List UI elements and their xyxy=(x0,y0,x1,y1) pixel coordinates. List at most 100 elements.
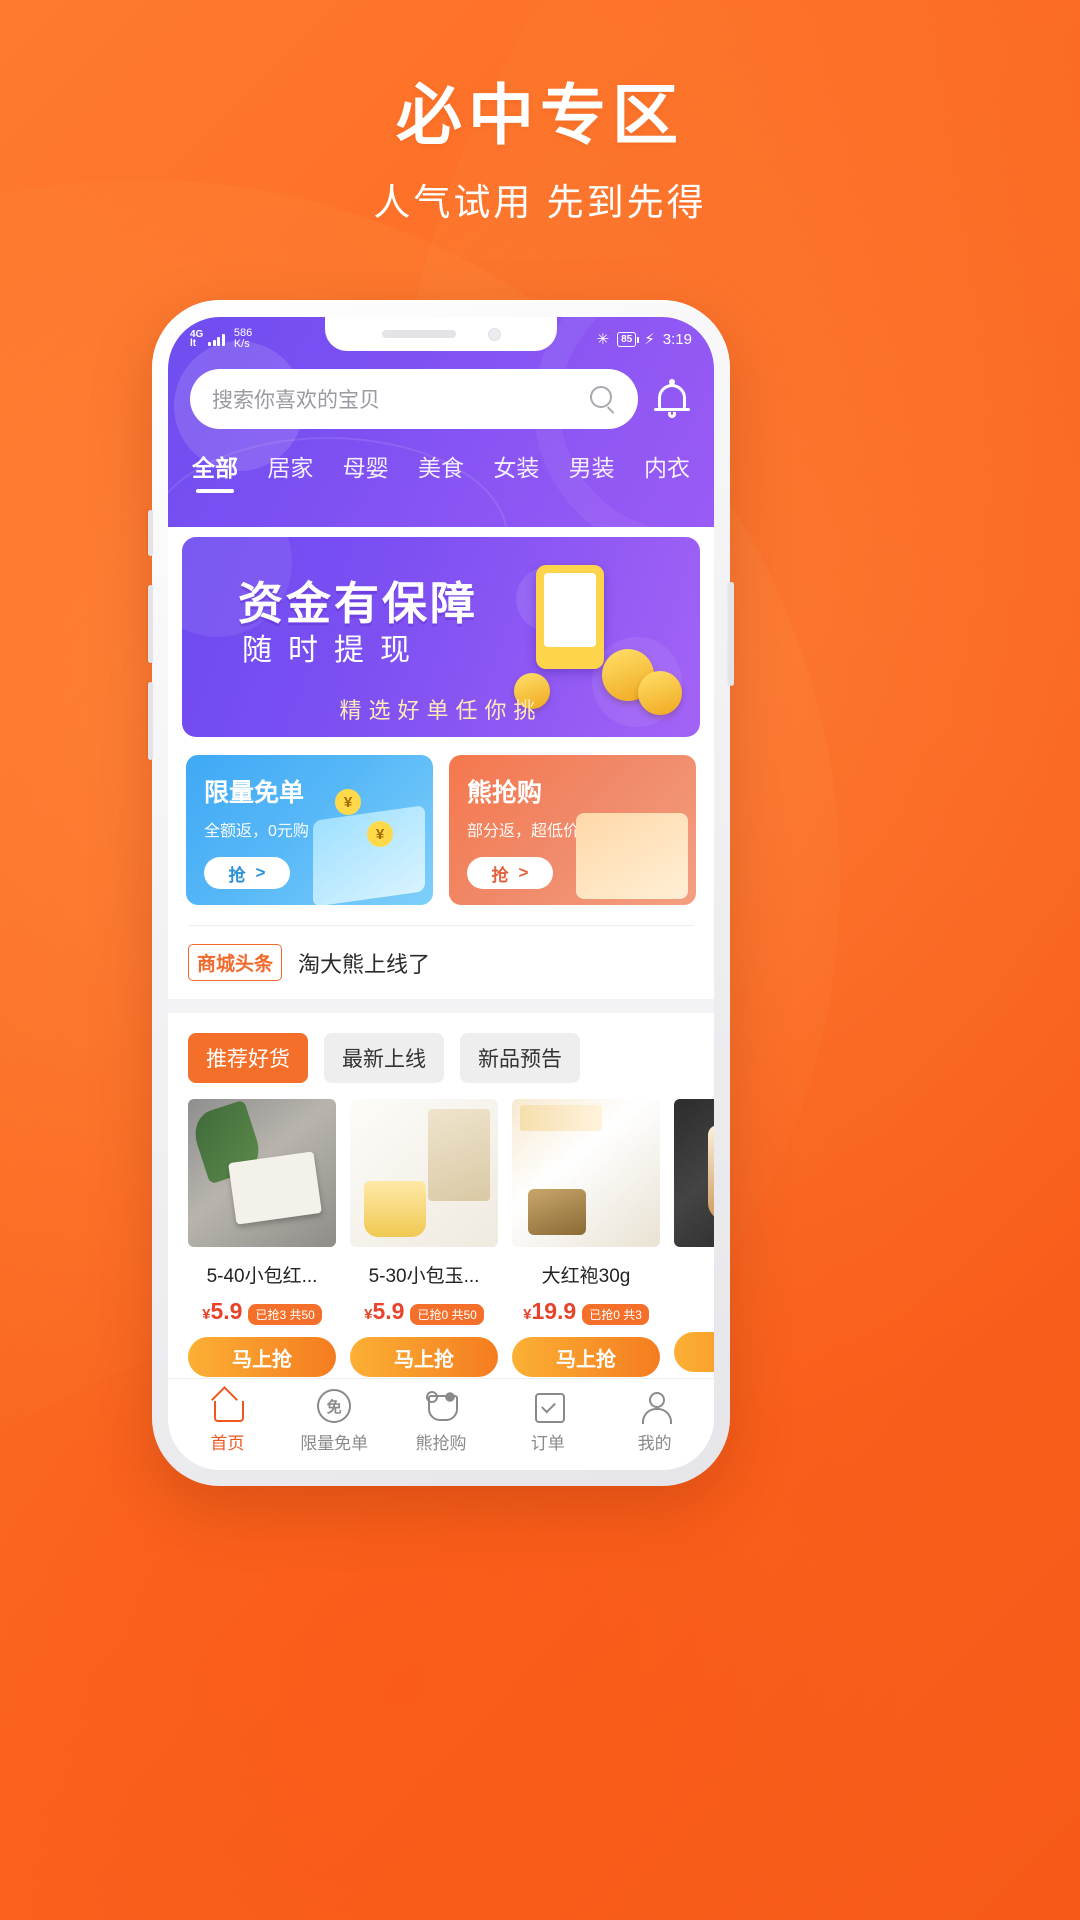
filter-tabs: 推荐好货 最新上线 新品预告 xyxy=(168,1013,714,1083)
front-camera xyxy=(487,327,501,341)
banner-footnote: 精选好单任你挑 xyxy=(339,698,543,723)
product-price-row: ¥5.9 已抢3 共50 xyxy=(188,1298,336,1325)
clock-label: 3:19 xyxy=(662,330,692,348)
tab-underwear[interactable]: 内衣 xyxy=(644,449,690,495)
news-text: 淘大熊上线了 xyxy=(298,951,431,977)
phone-screen: 4G lt 586 K/s ✳ 85 ⚡ 3:19 搜索你喜欢的宝贝 全部 居家… xyxy=(168,317,714,1470)
bluetooth-icon: ✳ xyxy=(596,331,610,348)
product-card[interactable]: 5-40小包红... ¥5.9 已抢3 共50 马上抢 xyxy=(188,1099,336,1377)
signal-strength-icon xyxy=(208,333,225,346)
earpiece-speaker xyxy=(381,330,456,338)
chevron-right-icon: > xyxy=(518,863,529,882)
buy-button[interactable] xyxy=(674,1332,714,1372)
poster-headline: 必中专区 人气试用 先到先得 xyxy=(0,78,1080,226)
nav-item-home[interactable]: 首页 xyxy=(174,1389,281,1454)
yen-icon: ¥ xyxy=(367,821,393,847)
nav-label: 我的 xyxy=(637,1434,672,1453)
news-ticker[interactable]: 商城头条 淘大熊上线了 xyxy=(168,926,714,999)
promo-illustration xyxy=(313,805,425,905)
promo-card-bear-shop[interactable]: 熊抢购 部分返，超低价 抢 > xyxy=(449,755,696,905)
network-speed-unit: K/s xyxy=(233,338,250,350)
bottom-navigation: 首页 免 限量免单 熊抢购 订单 我的 xyxy=(168,1378,714,1470)
phone-mockup: 4G lt 586 K/s ✳ 85 ⚡ 3:19 搜索你喜欢的宝贝 全部 居家… xyxy=(148,300,734,1486)
tab-home[interactable]: 居家 xyxy=(267,449,313,495)
buy-button[interactable]: 马上抢 xyxy=(188,1337,336,1377)
tab-maternal[interactable]: 母婴 xyxy=(343,449,389,495)
section-gap xyxy=(168,999,714,1013)
poster-title: 必中专区 xyxy=(396,78,684,152)
filter-upcoming[interactable]: 新品预告 xyxy=(460,1033,580,1083)
product-image xyxy=(512,1099,660,1247)
chevron-right-icon: > xyxy=(255,863,266,882)
charging-icon: ⚡ xyxy=(644,331,655,348)
product-carousel[interactable]: 5-40小包红... ¥5.9 已抢3 共50 马上抢 5-30小包玉... ¥… xyxy=(168,1083,714,1377)
phone-volume-up-button xyxy=(148,585,153,663)
category-tabs: 全部 居家 母婴 美食 女装 男装 内衣 xyxy=(168,429,714,495)
product-title: 5-30小包玉... xyxy=(368,1266,480,1287)
phone-notch xyxy=(325,317,557,351)
buy-button[interactable]: 马上抢 xyxy=(350,1337,498,1377)
bear-shop-icon xyxy=(424,1389,458,1423)
search-input[interactable]: 搜索你喜欢的宝贝 xyxy=(190,369,638,429)
price-value: 19.9 xyxy=(531,1298,577,1324)
product-price-row: ¥5.9 已抢0 共50 xyxy=(350,1298,498,1325)
product-image xyxy=(350,1099,498,1247)
product-price-row: ¥ xyxy=(674,1293,714,1320)
hero-banner[interactable]: 资金有保障 随时提现 精选好单任你挑 xyxy=(182,537,700,737)
search-placeholder: 搜索你喜欢的宝贝 xyxy=(212,389,380,412)
tab-womens-wear[interactable]: 女装 xyxy=(493,449,539,495)
currency-symbol: ¥ xyxy=(202,1306,211,1323)
promo-action-button[interactable]: 抢 > xyxy=(204,857,290,889)
promo-title: 限量免单 xyxy=(204,779,305,807)
tab-food[interactable]: 美食 xyxy=(418,449,464,495)
price-value: 5.9 xyxy=(210,1298,243,1324)
promo-card-free-order[interactable]: ¥ ¥ 限量免单 全额返，0元购 抢 > xyxy=(186,755,433,905)
bell-icon[interactable] xyxy=(652,378,692,420)
product-price: ¥5.9 xyxy=(202,1298,242,1325)
phone-power-button xyxy=(729,582,734,686)
product-price: ¥5.9 xyxy=(364,1298,404,1325)
network-type-label: 4G lt xyxy=(190,329,203,349)
price-value: 5.9 xyxy=(372,1298,405,1324)
content-area: 资金有保障 随时提现 精选好单任你挑 ¥ ¥ 限量免单 全额返，0元购 抢 > xyxy=(168,527,714,1470)
product-stock-badge: 已抢0 共3 xyxy=(582,1304,649,1325)
promo-illustration xyxy=(576,813,688,899)
product-title: 大红袍30g xyxy=(541,1266,631,1287)
search-row: 搜索你喜欢的宝贝 xyxy=(168,361,714,429)
nav-label: 首页 xyxy=(210,1434,245,1453)
product-image xyxy=(188,1099,336,1247)
network-speed: 586 K/s xyxy=(234,328,252,350)
nav-item-free-order[interactable]: 免 限量免单 xyxy=(281,1389,388,1454)
promo-action-button[interactable]: 抢 > xyxy=(467,857,553,889)
network-sub-text: lt xyxy=(190,338,197,349)
banner-coin-icon xyxy=(638,671,682,715)
user-icon xyxy=(638,1389,672,1424)
news-badge: 商城头条 xyxy=(188,944,283,981)
filter-newest[interactable]: 最新上线 xyxy=(324,1033,444,1083)
yen-icon: ¥ xyxy=(335,789,361,815)
product-card[interactable]: 大红袍30g ¥19.9 已抢0 共3 马上抢 xyxy=(512,1099,660,1377)
order-icon xyxy=(531,1389,565,1423)
promo-button-label: 抢 xyxy=(491,865,509,885)
buy-button[interactable]: 马上抢 xyxy=(512,1337,660,1377)
product-stock-badge: 已抢0 共50 xyxy=(410,1304,484,1325)
product-stock-badge: 已抢3 共50 xyxy=(248,1304,322,1325)
product-title: 5-40小包红... xyxy=(206,1266,318,1287)
promo-button-label: 抢 xyxy=(228,865,246,885)
search-icon[interactable] xyxy=(590,386,616,412)
nav-item-order[interactable]: 订单 xyxy=(494,1389,601,1454)
home-icon xyxy=(210,1389,245,1423)
filter-recommended[interactable]: 推荐好货 xyxy=(188,1033,308,1083)
nav-label: 订单 xyxy=(530,1434,565,1453)
battery-icon: 85 xyxy=(617,331,640,347)
app-header: 4G lt 586 K/s ✳ 85 ⚡ 3:19 搜索你喜欢的宝贝 全部 居家… xyxy=(168,317,714,527)
product-title: 1... xyxy=(674,1261,714,1283)
tab-mens-wear[interactable]: 男装 xyxy=(569,449,615,495)
phone-side-button xyxy=(148,510,153,556)
nav-item-bear-shop[interactable]: 熊抢购 xyxy=(388,1389,495,1454)
tab-all[interactable]: 全部 xyxy=(192,449,238,495)
banner-subheadline: 随时提现 xyxy=(242,634,426,667)
product-card[interactable]: 5-30小包玉... ¥5.9 已抢0 共50 马上抢 xyxy=(350,1099,498,1377)
product-card[interactable]: 1... ¥ xyxy=(674,1099,714,1377)
nav-item-profile[interactable]: 我的 xyxy=(601,1389,708,1454)
